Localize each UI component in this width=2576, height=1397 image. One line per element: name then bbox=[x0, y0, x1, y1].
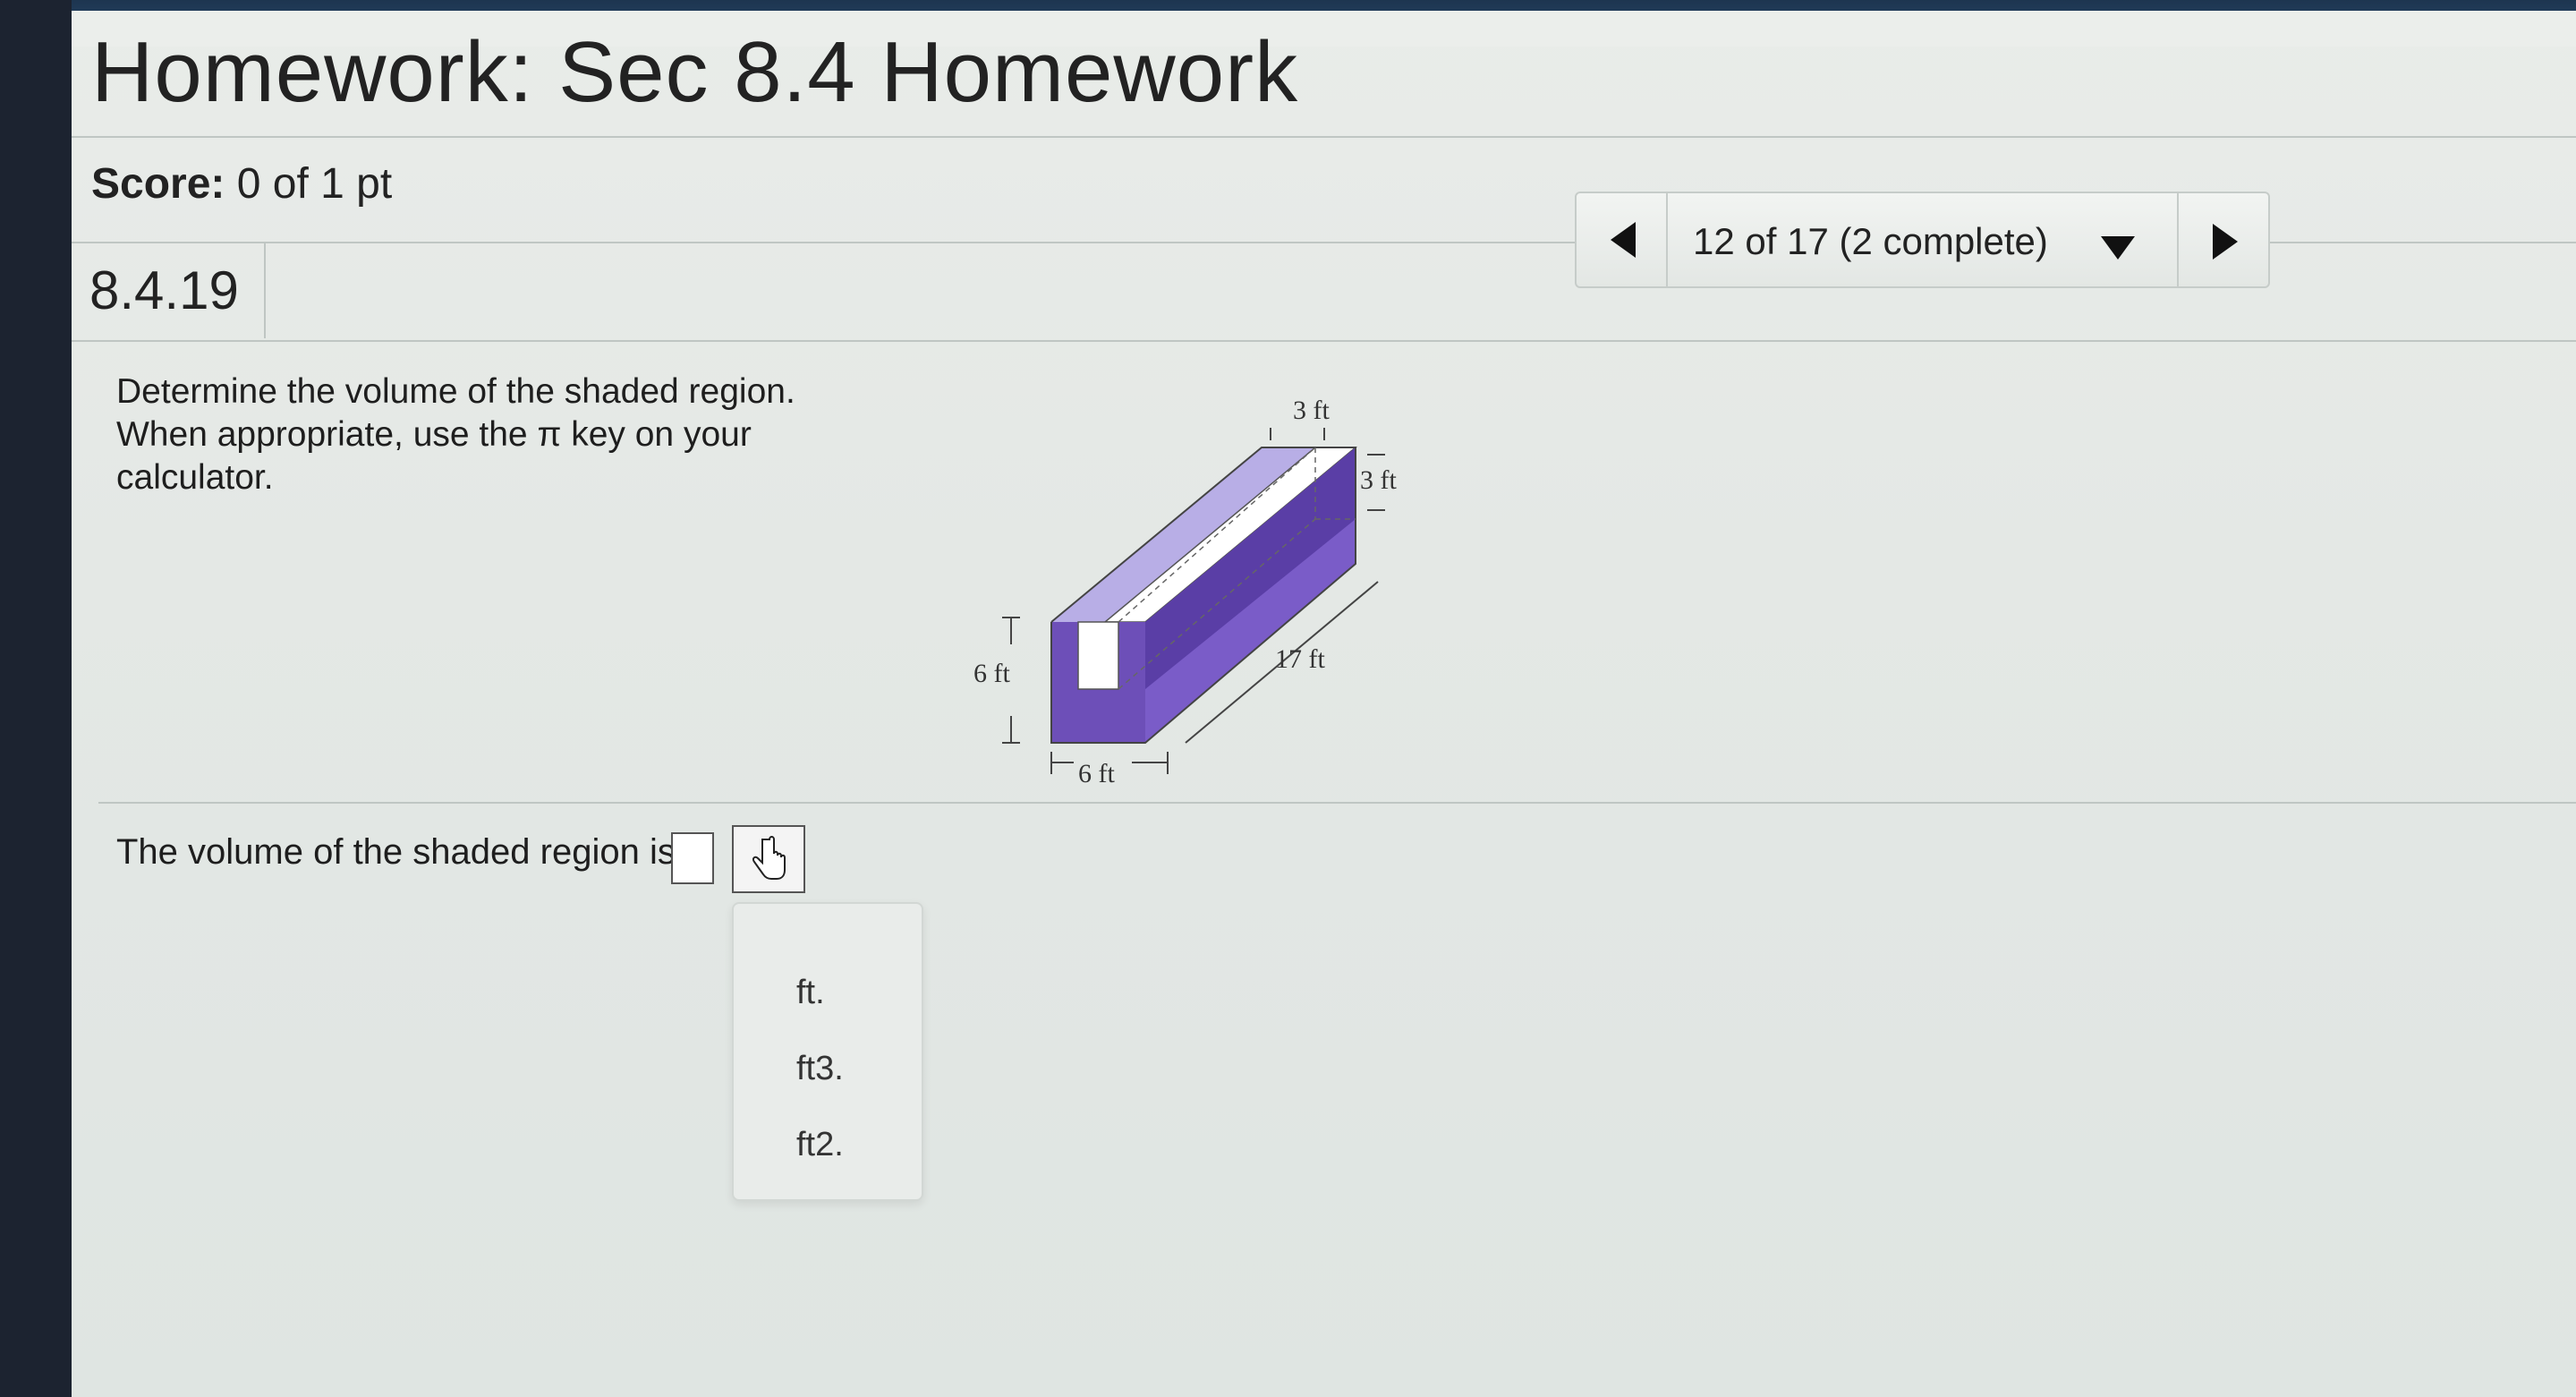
next-arrow-icon bbox=[2213, 224, 2238, 260]
divider bbox=[98, 802, 2576, 804]
prism-figure: 3 ft 3 ft 6 ft 17 ft 6 ft bbox=[877, 376, 1450, 810]
score-label: Score: bbox=[91, 160, 225, 208]
prompt-line: Determine the volume of the shaded regio… bbox=[116, 372, 795, 411]
question-number: 8.4.19 bbox=[89, 260, 239, 320]
score-value: 0 of 1 pt bbox=[236, 160, 393, 208]
progress-label: 12 of 17 (2 complete) bbox=[1693, 220, 2048, 262]
divider bbox=[72, 136, 2576, 138]
top-width-label: 3 ft bbox=[1293, 396, 1330, 425]
unit-option-label: ft3. bbox=[796, 1050, 844, 1087]
top-height-label: 3 ft bbox=[1360, 465, 1397, 495]
unit-option-ft[interactable]: ft. bbox=[734, 958, 922, 1020]
volume-answer-input[interactable] bbox=[671, 832, 714, 884]
unit-dropdown-button[interactable] bbox=[732, 825, 805, 893]
next-question-button[interactable] bbox=[2177, 193, 2268, 286]
unit-options-menu: ft. ft3. ft2. bbox=[732, 902, 923, 1201]
outer-width-label: 6 ft bbox=[1078, 759, 1115, 788]
dropdown-arrow-icon bbox=[2101, 236, 2135, 260]
homework-screen: Homework: Sec 8.4 Homework Score: 0 of 1… bbox=[72, 0, 2576, 1397]
divider bbox=[72, 340, 2576, 342]
unit-option-ft3[interactable]: ft3. bbox=[734, 1034, 922, 1096]
front-cutout bbox=[1077, 621, 1119, 690]
question-prompt: Determine the volume of the shaded regio… bbox=[116, 371, 832, 499]
hand-pointer-icon bbox=[752, 836, 786, 880]
score-text: Score: 0 of 1 pt bbox=[91, 159, 392, 209]
previous-question-button[interactable] bbox=[1577, 193, 1668, 286]
shaded-prism-diagram bbox=[1002, 428, 1385, 774]
unit-option-label: ft2. bbox=[796, 1126, 844, 1163]
unit-option-ft2[interactable]: ft2. bbox=[734, 1110, 922, 1172]
answer-label: The volume of the shaded region is bbox=[116, 832, 676, 872]
prompt-line: When appropriate, use the π key on your bbox=[116, 415, 752, 454]
outer-height-label: 6 ft bbox=[973, 659, 1010, 688]
prompt-line: calculator. bbox=[116, 458, 274, 497]
previous-arrow-icon bbox=[1611, 222, 1636, 258]
question-navigator: 12 of 17 (2 complete) bbox=[1575, 192, 2270, 288]
unit-option-label: ft. bbox=[796, 974, 825, 1011]
page-title: Homework: Sec 8.4 Homework bbox=[91, 24, 1299, 120]
question-selector-dropdown[interactable]: 12 of 17 (2 complete) bbox=[1668, 193, 2177, 286]
length-label: 17 ft bbox=[1275, 644, 1325, 674]
